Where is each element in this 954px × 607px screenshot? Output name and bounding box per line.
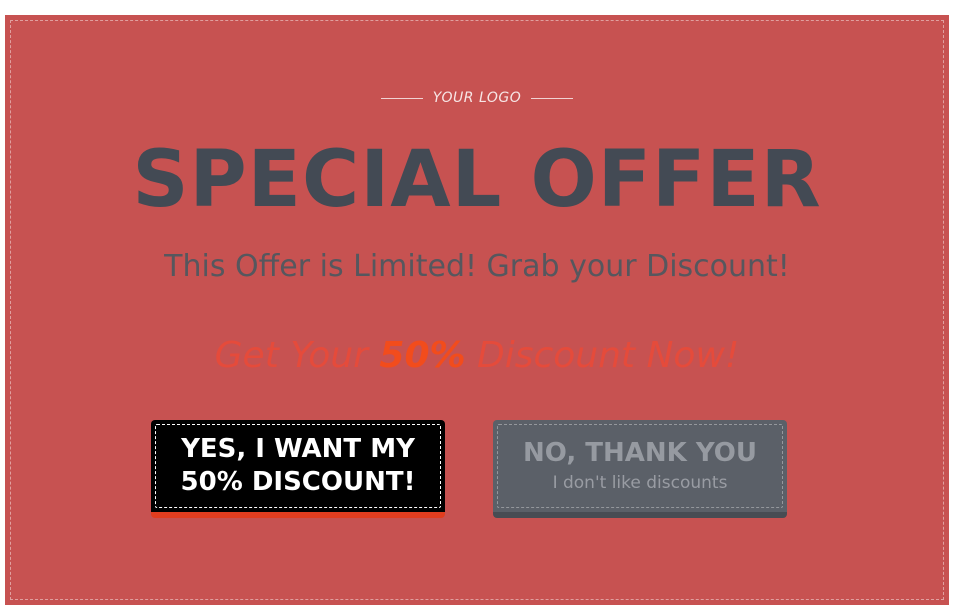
accept-button-line2: 50% DISCOUNT! xyxy=(180,467,416,497)
offer-subtitle: This Offer is Limited! Grab your Discoun… xyxy=(164,249,790,284)
accept-discount-button[interactable]: YES, I WANT MY 50% DISCOUNT! xyxy=(151,420,445,518)
discount-prefix: Get Your xyxy=(214,335,380,376)
discount-headline: Get Your 50% Discount Now! xyxy=(5,333,949,379)
discount-percent: 50% xyxy=(379,335,466,376)
offer-title: SPECIAL OFFER xyxy=(132,135,822,225)
accept-button-line1: YES, I WANT MY xyxy=(181,434,415,464)
logo: YOUR LOGO xyxy=(5,90,949,106)
decline-button-sublabel: I don't like discounts xyxy=(552,473,728,493)
discount-suffix: Discount Now! xyxy=(465,335,740,376)
logo-text: YOUR LOGO xyxy=(432,90,522,106)
offer-popup: YOUR LOGO SPECIAL OFFER This Offer is Li… xyxy=(5,15,949,605)
logo-line-right xyxy=(531,97,574,99)
decline-button-inner: NO, THANK YOU I don't like discounts xyxy=(497,424,783,508)
decline-button-label: NO, THANK YOU xyxy=(523,438,757,468)
accept-discount-button-inner: YES, I WANT MY 50% DISCOUNT! xyxy=(155,424,441,508)
decline-button[interactable]: NO, THANK YOU I don't like discounts xyxy=(493,420,787,518)
logo-line-left xyxy=(380,97,423,99)
